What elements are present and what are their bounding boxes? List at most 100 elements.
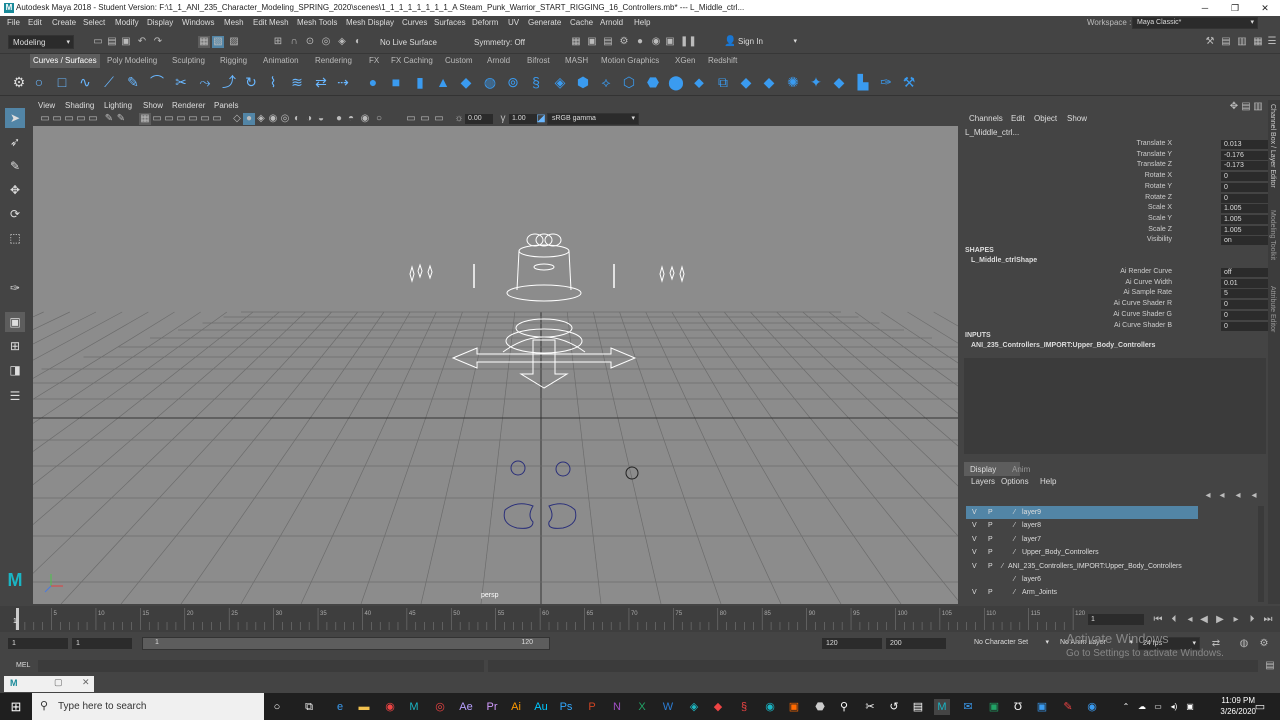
shadows-icon[interactable]: ◐ (291, 113, 303, 125)
file-explorer-icon[interactable]: ▬ (356, 699, 372, 715)
layer-row[interactable]: V P ⁄ layer9 (966, 506, 1198, 519)
image-plane-icon[interactable]: ▭ (75, 113, 87, 125)
reverse-curve-icon[interactable]: ⇄ (312, 73, 330, 91)
shape-attr-label[interactable]: Ai Curve Shader R (1114, 300, 1172, 307)
attr-label[interactable]: Visibility (1147, 236, 1172, 243)
step-back-frame-icon[interactable]: ◂ (1184, 614, 1196, 626)
snap-grid-icon[interactable]: ⊞ (272, 36, 284, 48)
shape-attr-label[interactable]: Ai Sample Rate (1123, 289, 1172, 296)
menu-generate[interactable]: Generate (528, 16, 561, 30)
head-controller-ring-3[interactable] (544, 233, 562, 247)
attr-value[interactable]: -0.176 (1221, 150, 1269, 160)
app-icon-1[interactable]: ◎ (432, 699, 448, 715)
shelf-tab-motion-graphics[interactable]: Motion Graphics (598, 54, 662, 68)
app-icon-6[interactable]: ▣ (786, 699, 802, 715)
character-set-dropdown[interactable]: No Character Set (970, 637, 1052, 650)
attr-value[interactable]: 1.005 (1221, 204, 1269, 214)
shelf-tab-mash[interactable]: MASH (562, 54, 591, 68)
shape-attr-value[interactable]: off (1221, 268, 1269, 277)
audition-icon[interactable]: Au (533, 699, 549, 715)
app-icon-2[interactable]: ◈ (686, 699, 702, 715)
sculpt-tool-icon[interactable]: ✑ (877, 73, 895, 91)
layer-visibility-toggle[interactable]: V (972, 506, 977, 519)
layer-visibility-toggle[interactable]: V (972, 560, 977, 573)
bevel-icon[interactable]: ⬤ (667, 73, 685, 91)
birail-icon[interactable]: ⟡ (597, 73, 615, 91)
channel-box-menu-object[interactable]: Object (1034, 112, 1057, 126)
neck-controller-mid[interactable] (533, 263, 555, 271)
app-icon-9[interactable]: ✂ (862, 699, 878, 715)
current-frame-field[interactable]: 1 (1088, 614, 1144, 625)
color-management-icon[interactable]: ◪ (535, 113, 547, 125)
chest-controller[interactable] (515, 318, 573, 338)
exposure-field[interactable]: 0.00 (465, 114, 493, 124)
premiere-icon[interactable]: Pr (484, 699, 500, 715)
project-curve-icon[interactable]: ◆ (737, 73, 755, 91)
photoshop-icon[interactable]: Ps (558, 699, 574, 715)
safe-action-icon[interactable]: ▭ (199, 113, 211, 125)
rotate-tool-icon[interactable]: ⟳ (5, 204, 25, 224)
layer-color-swatch-icon[interactable]: ⁄ (1014, 506, 1015, 519)
onenote-icon[interactable]: N (609, 699, 625, 715)
ep-curve-icon[interactable]: ⟋ (100, 73, 118, 91)
app-icon-15[interactable]: ✎ (1060, 699, 1076, 715)
toggle-camera-icon[interactable]: ▭ (433, 113, 445, 125)
powerpoint-icon[interactable]: P (584, 699, 600, 715)
live-surface-label[interactable]: No Live Surface (380, 38, 437, 47)
shelf-tab-animation[interactable]: Animation (260, 54, 302, 68)
taskbar-clock[interactable]: 11:09 PM 3/26/2020 (1220, 695, 1256, 717)
symmetry-label[interactable]: Symmetry: Off (474, 38, 525, 47)
layer-name[interactable]: ANI_235_Controllers_IMPORT:Upper_Body_Co… (1008, 560, 1182, 573)
auto-key-icon[interactable]: ◍ (1238, 638, 1250, 650)
command-language-label[interactable]: MEL (16, 662, 30, 669)
four-view-icon[interactable]: ⊞ (5, 336, 25, 356)
maximize-button[interactable]: ❐ (1220, 0, 1250, 16)
layer-color-swatch-icon[interactable]: ⁄ (1014, 586, 1015, 599)
shape-attr-value[interactable]: 0 (1221, 300, 1269, 310)
pencil-curve-icon[interactable]: ✎ (124, 73, 142, 91)
menu-file[interactable]: File (7, 16, 20, 30)
play-forwards-icon[interactable]: ▶ (1214, 614, 1226, 626)
neck-controller-bottom[interactable] (506, 284, 582, 302)
attr-value[interactable]: 1.005 (1221, 214, 1269, 224)
shelf-tab-sculpting[interactable]: Sculpting (169, 54, 208, 68)
attr-label[interactable]: Scale Y (1148, 215, 1172, 222)
menu-mesh-display[interactable]: Mesh Display (346, 16, 394, 30)
menu-edit-mesh[interactable]: Edit Mesh (253, 16, 289, 30)
use-all-lights-icon[interactable]: ◎ (279, 113, 291, 125)
select-tool-icon[interactable]: ➤ (5, 108, 25, 128)
smooth-shade-icon[interactable]: ● (243, 113, 255, 125)
new-layer-icon[interactable]: ◂ (1232, 490, 1244, 502)
undo-icon[interactable]: ↶ (136, 36, 148, 48)
attr-value[interactable]: -0.173 (1221, 161, 1269, 171)
wireframe-icon[interactable]: ◇ (231, 113, 243, 125)
anim-preferences-icon[interactable]: ⚙ (1258, 638, 1270, 650)
layer-row[interactable]: ⁄ layer6 (966, 573, 1198, 586)
viewport-menu-show[interactable]: Show (143, 100, 163, 112)
attr-label[interactable]: Rotate Y (1145, 183, 1172, 190)
restore-mini-icon[interactable]: ▢ (54, 677, 63, 688)
root-controller-arrows-x[interactable] (451, 347, 637, 369)
animation-end-field[interactable]: 200 (886, 638, 946, 649)
attr-label[interactable]: Rotate X (1145, 172, 1172, 179)
move-layer-up-icon[interactable]: ◂ (1202, 490, 1214, 502)
grid-icon[interactable]: ▦ (139, 113, 151, 125)
boundary-icon[interactable]: ⬡ (620, 73, 638, 91)
attr-value[interactable]: 0 (1221, 182, 1269, 192)
nurbs-circle-icon[interactable]: ○ (30, 73, 48, 91)
layer-color-swatch-icon[interactable]: ⁄ (1014, 533, 1015, 546)
attr-value[interactable]: 0 (1221, 193, 1269, 203)
shape-attr-label[interactable]: Ai Curve Width (1125, 279, 1172, 286)
view-transform-dropdown[interactable]: sRGB gamma (547, 113, 639, 125)
layer-name[interactable]: layer7 (1022, 533, 1041, 546)
app-icon-12[interactable]: ▣ (986, 699, 1002, 715)
scale-tool-icon[interactable]: ⬚ (5, 228, 25, 248)
maya-active-icon[interactable]: M (934, 699, 950, 715)
viewport-menu-panels[interactable]: Panels (214, 100, 238, 112)
minimize-button[interactable]: ─ (1190, 0, 1220, 16)
layer-tab-display[interactable]: Display (970, 465, 996, 474)
layer-color-swatch-icon[interactable]: ⁄ (1014, 573, 1015, 586)
loft-icon[interactable]: § (527, 73, 545, 91)
layer-playback-toggle[interactable]: P (988, 546, 993, 559)
layer-playback-toggle[interactable]: P (988, 586, 993, 599)
